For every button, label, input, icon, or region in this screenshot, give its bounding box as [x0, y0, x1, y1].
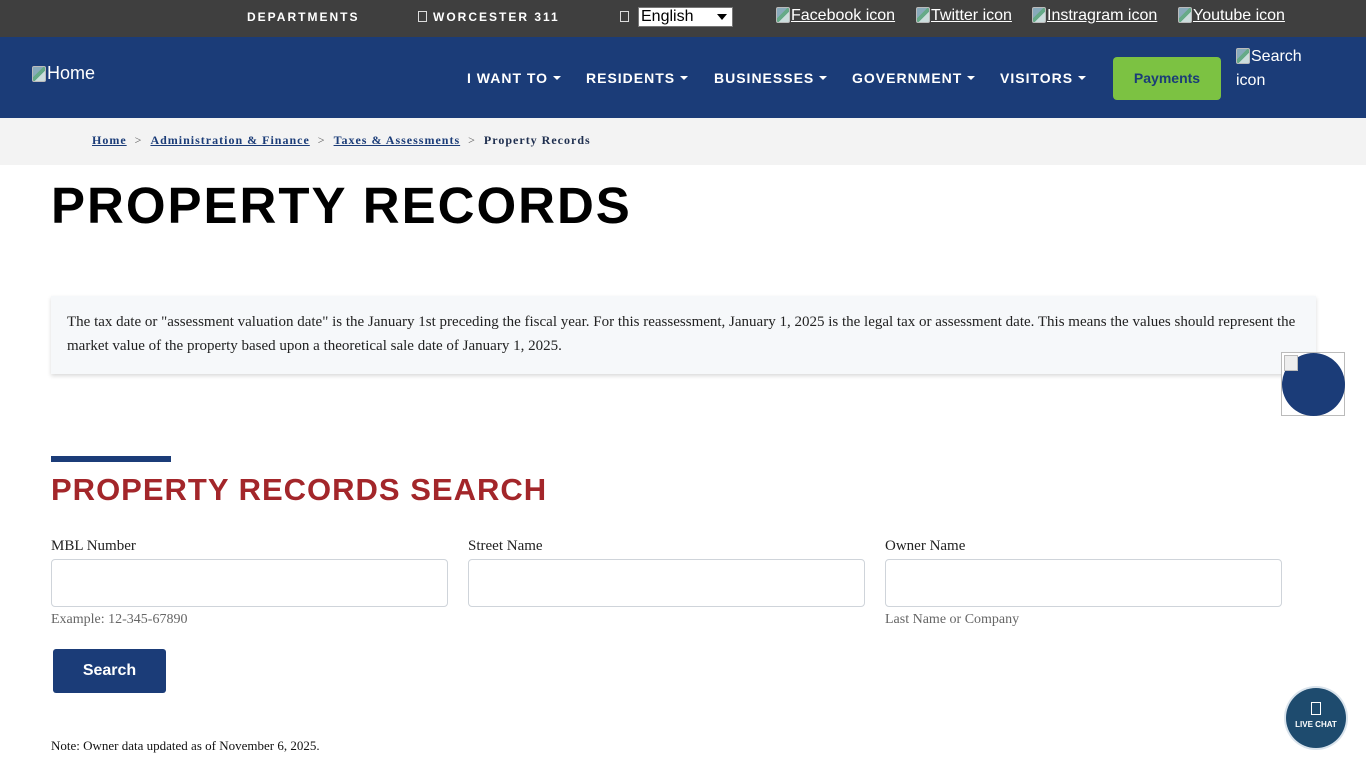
owner-data-note: Note: Owner data updated as of November …	[51, 738, 320, 753]
chevron-down-icon	[717, 14, 727, 20]
search-icon	[1236, 48, 1250, 64]
caret-down-icon	[553, 76, 562, 80]
search-button[interactable]: Search icon	[1236, 45, 1306, 93]
instagram-icon	[1032, 7, 1046, 23]
assessment-info-box: The tax date or "assessment valuation da…	[51, 296, 1316, 374]
departments-link[interactable]: DEPARTMENTS	[247, 10, 359, 24]
worcester-311-label: WORCESTER 311	[433, 10, 560, 24]
owner-name-hint: Last Name or Company	[885, 612, 1020, 627]
mbl-number-input[interactable]	[51, 559, 448, 607]
instagram-alt-text: Instragram icon	[1047, 7, 1158, 24]
twitter-link[interactable]: Twitter icon	[916, 7, 1012, 25]
breadcrumb-separator: >	[468, 133, 476, 147]
youtube-link[interactable]: Youtube icon	[1178, 7, 1285, 25]
phone-icon	[418, 11, 427, 22]
youtube-icon	[1178, 7, 1192, 23]
mbl-number-label: MBL Number	[51, 538, 136, 554]
caret-down-icon	[967, 76, 976, 80]
nav-businesses[interactable]: BUSINESSES	[714, 70, 828, 86]
broken-image-icon	[1284, 355, 1298, 371]
breadcrumb-home[interactable]: Home	[92, 133, 127, 147]
search-submit-button[interactable]: Search	[53, 649, 166, 693]
live-chat-label: LIVE CHAT	[1295, 720, 1337, 729]
owner-name-label: Owner Name	[885, 538, 966, 554]
facebook-icon	[776, 7, 790, 23]
nav-label: GOVERNMENT	[852, 70, 963, 86]
live-chat-button[interactable]: LIVE CHAT	[1286, 688, 1346, 748]
payments-button[interactable]: Payments	[1113, 57, 1221, 100]
instagram-link[interactable]: Instragram icon	[1032, 7, 1157, 25]
language-select[interactable]: English	[638, 7, 733, 27]
nav-label: VISITORS	[1000, 70, 1074, 86]
caret-down-icon	[1078, 76, 1087, 80]
translate-icon	[620, 11, 629, 22]
breadcrumb-current: Property Records	[483, 133, 591, 147]
breadcrumb-taxes-assessments[interactable]: Taxes & Assessments	[334, 133, 461, 147]
breadcrumb-separator: >	[134, 133, 143, 147]
youtube-alt-text: Youtube icon	[1193, 7, 1285, 24]
floating-widget[interactable]	[1281, 352, 1345, 416]
search-section-title: PROPERTY RECORDS SEARCH	[51, 472, 548, 507]
nav-i-want-to[interactable]: I WANT TO	[467, 70, 562, 86]
breadcrumb: Home > Administration & Finance > Taxes & As…	[92, 133, 591, 148]
caret-down-icon	[819, 76, 828, 80]
breadcrumb-bar: Home > Administration & Finance > Taxes & As…	[0, 118, 1366, 165]
nav-government[interactable]: GOVERNMENT	[852, 70, 976, 86]
page-title: PROPERTY RECORDS	[51, 177, 632, 234]
breadcrumb-administration-finance[interactable]: Administration & Finance	[150, 133, 309, 147]
worcester-311-link[interactable]: WORCESTER 311	[418, 10, 560, 24]
chat-icon	[1311, 702, 1321, 715]
main-nav: Home I WANT TO RESIDENTS BUSINESSES GOVE…	[0, 37, 1366, 118]
utility-bar: DEPARTMENTS WORCESTER 311 English Facebo…	[0, 0, 1366, 37]
twitter-alt-text: Twitter icon	[931, 7, 1012, 24]
home-logo-alt: Home	[47, 63, 96, 83]
breadcrumb-separator: >	[317, 133, 326, 147]
nav-residents[interactable]: RESIDENTS	[586, 70, 689, 86]
nav-label: I WANT TO	[467, 70, 549, 86]
nav-visitors[interactable]: VISITORS	[1000, 70, 1087, 86]
nav-label: RESIDENTS	[586, 70, 676, 86]
section-accent-bar	[51, 456, 171, 462]
owner-name-input[interactable]	[885, 559, 1282, 607]
facebook-alt-text: Facebook icon	[791, 7, 896, 24]
facebook-link[interactable]: Facebook icon	[776, 7, 895, 25]
home-logo-link[interactable]: Home	[32, 63, 95, 84]
street-name-input[interactable]	[468, 559, 865, 607]
city-logo-icon	[32, 66, 46, 82]
language-select-value: English	[641, 8, 694, 25]
nav-label: BUSINESSES	[714, 70, 815, 86]
twitter-icon	[916, 7, 930, 23]
street-name-label: Street Name	[468, 538, 543, 554]
mbl-number-hint: Example: 12-345-67890	[51, 612, 188, 627]
caret-down-icon	[680, 76, 689, 80]
